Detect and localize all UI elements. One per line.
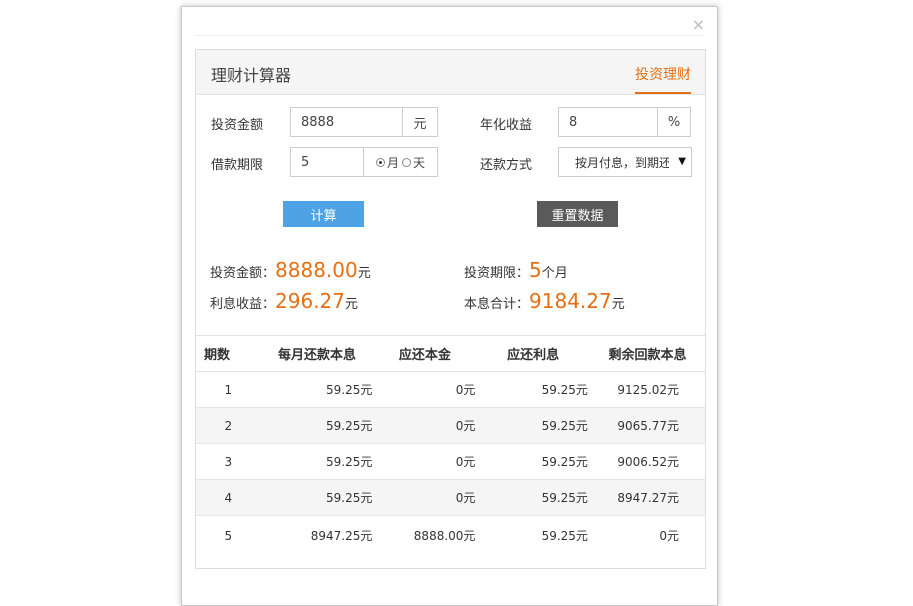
result-interest: 利息收益：296.27元 bbox=[210, 289, 358, 313]
header-interest: 应还利息 bbox=[476, 335, 589, 372]
rate-input[interactable] bbox=[559, 108, 657, 136]
cell-interest: 59.25元 bbox=[541, 529, 588, 544]
result-amount-value: 8888.00 bbox=[275, 258, 358, 282]
repayment-schedule-table: 期数 每月还款本息 应还本金 应还利息 剩余回款本息 1 59.25元 0元 5… bbox=[196, 335, 705, 556]
rate-field-group: % bbox=[558, 107, 691, 137]
cell-monthly-payment: 59.25元 bbox=[325, 419, 373, 433]
result-interest-value: 296.27 bbox=[275, 289, 345, 313]
cell-remaining: 9006.52元 bbox=[617, 455, 679, 469]
dialog-divider bbox=[194, 35, 705, 36]
result-total-value: 9184.27 bbox=[529, 289, 612, 313]
cell-interest: 59.25元 bbox=[541, 419, 588, 433]
repay-method-select[interactable]: 按月付息，到期还本 ▼ bbox=[558, 147, 692, 177]
repay-method-value: 按月付息，到期还本 bbox=[575, 155, 669, 170]
amount-unit: 元 bbox=[402, 108, 437, 136]
result-term: 投资期限：5个月 bbox=[464, 258, 568, 282]
table-row: 4 59.25元 0元 59.25元 8947.27元 bbox=[196, 479, 705, 516]
cell-period: 1 bbox=[224, 382, 233, 397]
tab-investment[interactable]: 投资理财 bbox=[635, 64, 691, 94]
table-row: 1 59.25元 0元 59.25元 9125.02元 bbox=[196, 372, 705, 408]
day-radio[interactable] bbox=[402, 157, 411, 167]
cell-period: 3 bbox=[224, 454, 233, 469]
close-icon[interactable]: × bbox=[692, 17, 705, 33]
calculate-button[interactable]: 计算 bbox=[283, 201, 364, 227]
result-interest-label: 利息收益： bbox=[210, 297, 276, 312]
table-row: 2 59.25元 0元 59.25元 9065.77元 bbox=[196, 407, 705, 444]
cell-remaining: 0元 bbox=[659, 529, 679, 544]
result-term-label: 投资期限： bbox=[464, 266, 530, 281]
cell-period: 2 bbox=[224, 418, 233, 433]
header-principal: 应还本金 bbox=[372, 335, 477, 372]
cell-remaining: 9065.77元 bbox=[617, 419, 679, 433]
cell-monthly-payment: 59.25元 bbox=[325, 383, 373, 397]
result-total-label: 本息合计： bbox=[464, 297, 530, 312]
cell-principal: 0元 bbox=[455, 419, 476, 433]
month-radio[interactable] bbox=[375, 157, 385, 167]
cell-period: 4 bbox=[224, 490, 233, 505]
result-total-unit: 元 bbox=[611, 297, 625, 312]
header-remaining: 剩余回款本息 bbox=[588, 335, 705, 372]
amount-input[interactable] bbox=[291, 108, 402, 136]
result-term-unit: 个月 bbox=[541, 266, 568, 281]
cell-period: 5 bbox=[224, 528, 233, 543]
result-term-value: 5 bbox=[529, 258, 542, 282]
header-period: 期数 bbox=[196, 335, 261, 372]
table-row: 5 8947.25元 8888.00元 59.25元 0元 bbox=[196, 516, 705, 556]
cell-interest: 59.25元 bbox=[541, 455, 588, 469]
month-radio-label: 月 bbox=[386, 155, 399, 170]
repay-method-label: 还款方式 bbox=[480, 158, 533, 173]
term-unit-selector: 月 天 bbox=[363, 148, 437, 176]
cell-principal: 0元 bbox=[455, 455, 476, 469]
calculator-dialog: × 理财计算器 投资理财 投资金额 元 年化收益 % 借款期限 月 天 还款方式 bbox=[181, 6, 718, 606]
panel-title: 理财计算器 bbox=[211, 66, 292, 85]
result-amount: 投资金额：8888.00元 bbox=[210, 258, 371, 282]
cell-principal: 0元 bbox=[455, 383, 476, 397]
result-interest-unit: 元 bbox=[345, 297, 359, 312]
header-monthly-payment: 每月还款本息 bbox=[260, 335, 373, 372]
cell-interest: 59.25元 bbox=[541, 491, 588, 505]
dropdown-arrow-icon: ▼ bbox=[678, 156, 686, 167]
cell-remaining: 9125.02元 bbox=[617, 383, 679, 397]
cell-principal: 8888.00元 bbox=[413, 529, 476, 544]
panel-header: 理财计算器 投资理财 bbox=[196, 50, 705, 95]
day-radio-label: 天 bbox=[413, 155, 426, 170]
result-total: 本息合计：9184.27元 bbox=[464, 289, 625, 313]
cell-remaining: 8947.27元 bbox=[617, 491, 679, 505]
result-amount-unit: 元 bbox=[357, 266, 371, 281]
table-row: 3 59.25元 0元 59.25元 9006.52元 bbox=[196, 444, 705, 480]
term-label: 借款期限 bbox=[211, 158, 264, 173]
cell-monthly-payment: 59.25元 bbox=[325, 455, 373, 469]
calculator-panel: 理财计算器 投资理财 投资金额 元 年化收益 % 借款期限 月 天 还款方式 按… bbox=[195, 49, 706, 569]
rate-label: 年化收益 bbox=[480, 118, 533, 133]
amount-field-group: 元 bbox=[290, 107, 438, 137]
reset-button[interactable]: 重置数据 bbox=[537, 201, 618, 227]
cell-monthly-payment: 59.25元 bbox=[325, 491, 373, 505]
amount-label: 投资金额 bbox=[211, 118, 264, 133]
term-field-group: 月 天 bbox=[290, 147, 438, 177]
cell-principal: 0元 bbox=[455, 491, 476, 505]
cell-monthly-payment: 8947.25元 bbox=[310, 529, 373, 544]
result-amount-label: 投资金额： bbox=[210, 266, 276, 281]
term-input[interactable] bbox=[291, 148, 363, 176]
rate-unit: % bbox=[657, 108, 690, 136]
table-header-row: 期数 每月还款本息 应还本金 应还利息 剩余回款本息 bbox=[196, 335, 705, 372]
cell-interest: 59.25元 bbox=[541, 383, 588, 397]
